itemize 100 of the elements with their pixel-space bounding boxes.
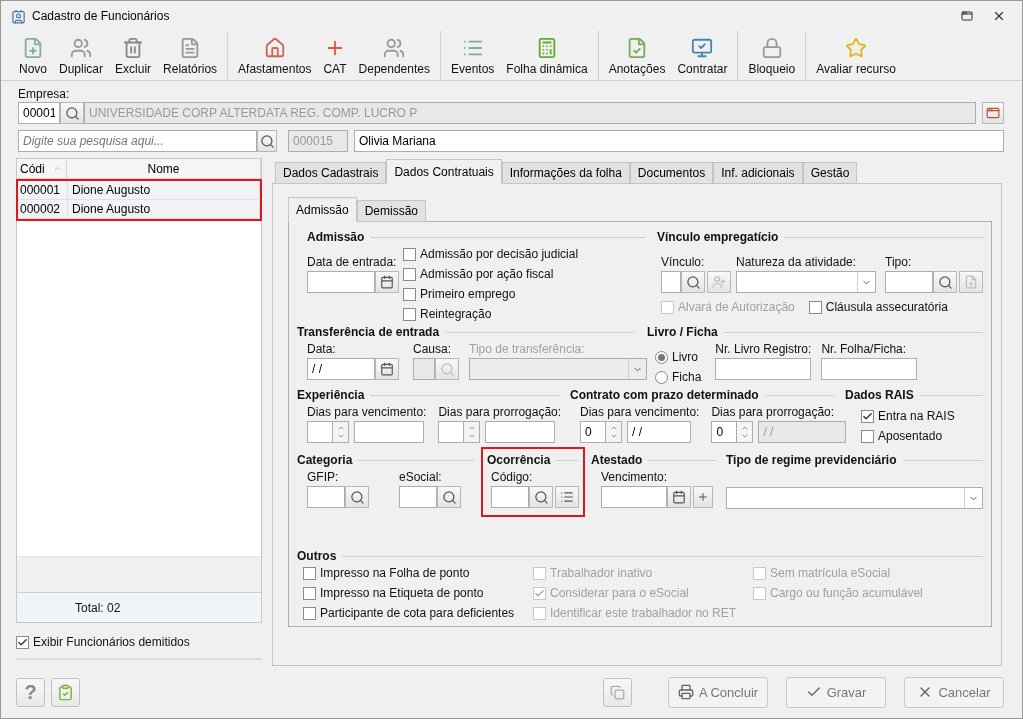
input-field[interactable] [715, 358, 812, 380]
checkbox[interactable] [16, 635, 29, 649]
section-title: Admissão [307, 230, 365, 244]
input-field[interactable]: 00001 [18, 102, 60, 124]
number-field[interactable] [438, 421, 465, 443]
toolbar-button[interactable]: Bloqueio [742, 31, 802, 80]
dropdown[interactable] [736, 271, 876, 293]
checkbox[interactable] [808, 300, 822, 314]
input-field[interactable] [307, 486, 345, 508]
section-title: Categoria [297, 453, 353, 467]
date-field[interactable]: / / [627, 421, 691, 443]
calendar-button[interactable] [375, 358, 399, 380]
tab[interactable]: Admissão [288, 197, 357, 222]
input-field[interactable] [399, 486, 437, 508]
checkbox[interactable] [303, 606, 316, 620]
toolbar-button[interactable]: Relatórios [157, 31, 224, 80]
tab[interactable]: Gestão [802, 162, 858, 184]
toolbar-button[interactable]: Avaliar recurso [810, 31, 902, 80]
list-button[interactable] [555, 486, 579, 508]
window-button[interactable] [982, 102, 1004, 124]
toolbar-button[interactable]: Novo [13, 31, 53, 80]
search-button[interactable] [60, 102, 84, 124]
input-field[interactable] [354, 421, 424, 443]
search-button[interactable] [257, 130, 277, 152]
tab[interactable]: Dados Contratuais [386, 159, 502, 184]
date-field[interactable] [601, 486, 667, 508]
spin-buttons[interactable] [606, 421, 622, 443]
export-button[interactable] [51, 677, 80, 707]
people-icon [383, 37, 406, 59]
checkbox[interactable] [403, 267, 416, 281]
date-field[interactable] [307, 271, 375, 293]
field-label: Data: [307, 342, 336, 356]
copy-button[interactable] [603, 677, 632, 707]
input-field[interactable] [885, 271, 933, 293]
input-field[interactable] [821, 358, 918, 380]
toolbar-button[interactable]: Afastamentos [232, 31, 318, 80]
calendar-button[interactable] [375, 271, 399, 293]
search-button[interactable] [437, 486, 461, 508]
search-icon [937, 274, 953, 290]
toolbar-button[interactable]: Anotações [602, 31, 672, 80]
search-button[interactable] [345, 486, 369, 508]
search-button[interactable] [681, 271, 705, 293]
toolbar-button[interactable]: Dependentes [352, 31, 436, 80]
field-label: eSocial: [399, 470, 442, 484]
footer-button[interactable]: Gravar [786, 676, 886, 708]
window-icon [986, 106, 1000, 120]
table-row[interactable]: 000002 Dione Augusto [18, 200, 260, 219]
window-title: Cadastro de Funcionários [32, 9, 171, 23]
checkbox[interactable] [303, 586, 316, 600]
new-document-icon [22, 37, 44, 59]
plus-icon [697, 491, 709, 503]
checkbox[interactable] [303, 566, 316, 580]
date-field[interactable]: / / [307, 358, 375, 380]
footer-button[interactable]: Cancelar [904, 676, 1004, 708]
spin-buttons[interactable] [464, 421, 481, 443]
number-field[interactable] [307, 421, 333, 443]
dropdown[interactable] [469, 358, 647, 380]
search-field[interactable]: Digite sua pesquisa aqui... [18, 130, 257, 152]
input-field[interactable]: Olivia Mariana [354, 130, 1004, 152]
printer-icon [677, 684, 694, 700]
toolbar-button[interactable]: CAT [317, 31, 353, 80]
checkbox[interactable] [403, 247, 416, 261]
calendar-button[interactable] [667, 486, 691, 508]
column-header[interactable]: Códi [17, 159, 67, 178]
tab[interactable]: Documentos [629, 162, 714, 184]
checkbox[interactable] [403, 287, 416, 301]
section-title: Tipo de regime previdenciário [726, 453, 897, 467]
star-icon [845, 37, 868, 59]
radio-button[interactable] [655, 350, 668, 364]
input-field[interactable] [491, 486, 529, 508]
radio-button[interactable] [655, 370, 668, 384]
dropdown[interactable] [726, 487, 983, 509]
checkbox[interactable] [861, 429, 874, 443]
tab[interactable]: Informações da folha [501, 162, 630, 184]
section-title: Ocorrência [487, 453, 551, 467]
toolbar-button[interactable]: Duplicar [53, 31, 110, 80]
input-field[interactable] [485, 421, 556, 443]
toolbar-button[interactable]: Excluir [109, 31, 158, 80]
checkbox-label: Exibir Funcionários demitidos [33, 635, 190, 649]
spin-buttons[interactable] [737, 421, 754, 443]
number-field[interactable]: 0 [580, 421, 606, 443]
toolbar-button[interactable]: Contratar [671, 31, 734, 80]
column-header[interactable]: Nome [67, 159, 261, 178]
spin-buttons[interactable] [333, 421, 349, 443]
checkbox-label: Entra na RAIS [878, 409, 955, 423]
field-label: Vínculo: [661, 255, 705, 269]
tab[interactable]: Inf. adicionais [713, 162, 803, 184]
input-field[interactable] [413, 358, 435, 380]
input-field[interactable] [661, 271, 681, 293]
checkbox[interactable] [861, 409, 874, 423]
search-button[interactable] [933, 271, 957, 293]
table-row[interactable]: 000001 Dione Augusto [18, 181, 260, 200]
footer-button[interactable]: A Concluir [668, 676, 768, 708]
tab[interactable]: Demissão [356, 200, 427, 222]
tab[interactable]: Dados Cadastrais [275, 162, 387, 184]
toolbar-button[interactable]: Eventos [444, 31, 501, 80]
toolbar-button[interactable]: Folha dinâmica [500, 31, 594, 80]
checkbox[interactable] [403, 307, 416, 321]
search-button[interactable] [529, 486, 553, 508]
section-title: Vínculo empregatício [657, 230, 779, 244]
